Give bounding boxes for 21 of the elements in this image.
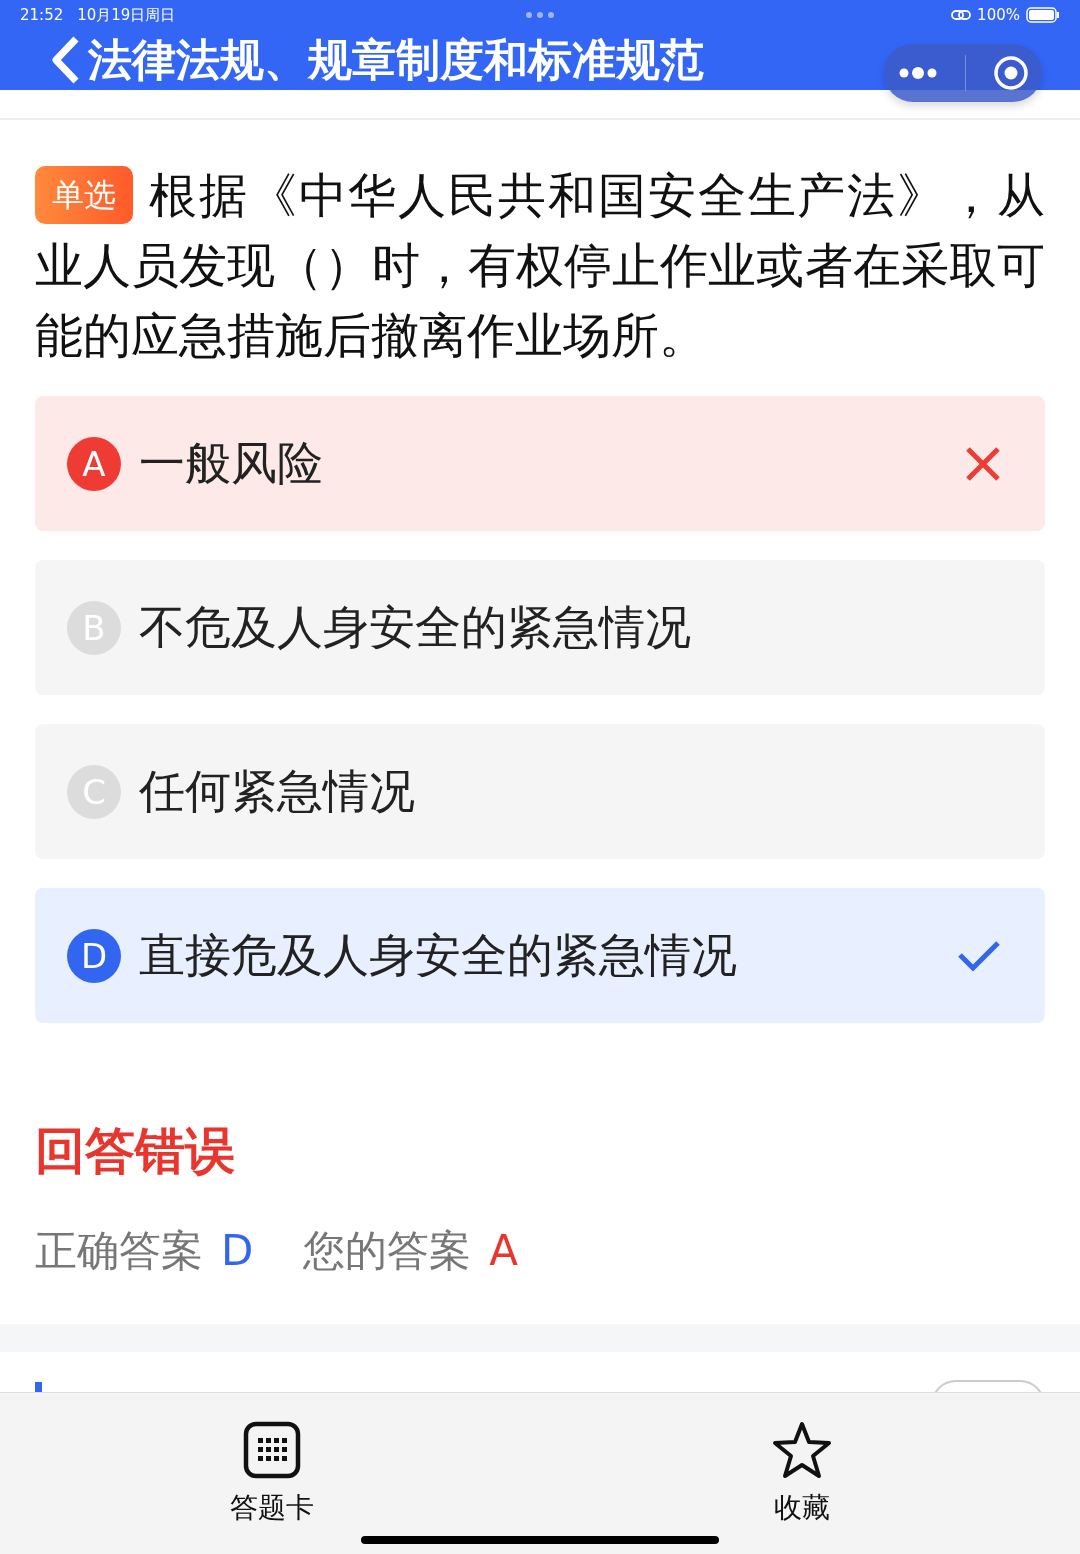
question-text: 单选 根据《中华人民共和国安全生产法》，从业人员发现（）时，有权停止作业或者在采取可能的应急措施后撤离作业场所。 [35,165,1045,365]
option-letter: D [67,928,121,983]
correct-answer-label: 正确答案 [35,1225,203,1277]
status-date: 10月19日周日 [77,5,176,25]
answer-option[interactable]: A 一般风险 [35,396,1045,531]
your-answer-label: 您的答案 [303,1225,472,1277]
answer-option[interactable]: D 直接危及人身安全的紧急情况 [35,888,1045,1023]
result-title: 回答错误 [35,1121,236,1182]
status-time: 21:52 [20,6,64,24]
battery-percent: 100% [977,6,1020,24]
correct-answer: D [221,1226,254,1275]
option-letter: A [67,436,121,491]
option-text: 不危及人身安全的紧急情况 [139,598,691,656]
option-text: 任何紧急情况 [139,762,415,820]
page-title: 法律法规、规章制度和标准规范 [88,32,704,87]
tab-item[interactable]: 收藏 [772,1421,832,1527]
question-type-tag: 单选 [35,166,133,224]
option-text: 一般风险 [139,434,323,492]
tab-item[interactable]: 答题卡 [230,1421,314,1527]
your-answer: A [489,1226,519,1275]
option-text: 直接危及人身安全的紧急情况 [139,926,737,984]
